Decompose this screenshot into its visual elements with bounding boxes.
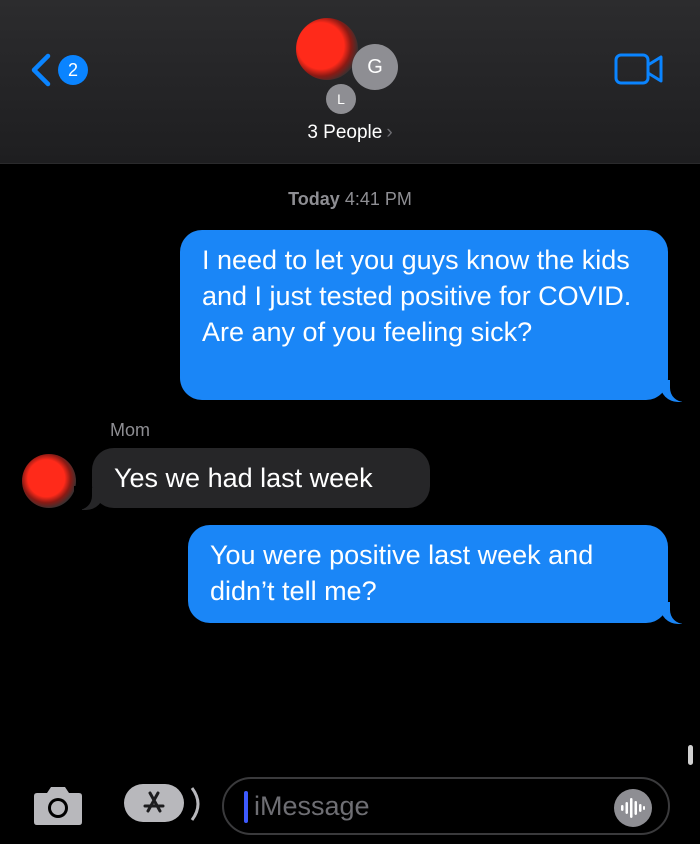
sender-name: Mom bbox=[110, 420, 150, 440]
avatar bbox=[296, 18, 358, 80]
avatar-l: L bbox=[326, 84, 356, 114]
outgoing-message-bubble[interactable]: You were positive last week and didn’t t… bbox=[188, 525, 668, 623]
outgoing-message-bubble[interactable]: I need to let you guys know the kids and… bbox=[180, 230, 668, 400]
timestamp-day: Today bbox=[288, 189, 340, 209]
message-input-placeholder: iMessage bbox=[254, 791, 370, 821]
chevron-left-icon bbox=[31, 53, 51, 87]
bubble-tail bbox=[74, 486, 104, 510]
message-timestamp: Today 4:41 PM bbox=[0, 189, 700, 210]
bubble-tail bbox=[660, 378, 688, 402]
scroll-indicator[interactable] bbox=[688, 745, 693, 765]
audio-message-button[interactable] bbox=[614, 789, 652, 827]
chevron-right-icon: › bbox=[386, 122, 393, 143]
audio-waveform-icon bbox=[621, 798, 645, 818]
app-store-icon bbox=[143, 791, 165, 813]
incoming-message-bubble[interactable]: Yes we had last week bbox=[92, 448, 430, 508]
camera-icon[interactable] bbox=[30, 784, 86, 828]
timestamp-time: 4:41 PM bbox=[344, 189, 412, 209]
conversation-header: 2 G L 3 People › bbox=[0, 0, 700, 164]
group-title-button[interactable]: 3 People › bbox=[0, 122, 700, 144]
text-cursor bbox=[244, 791, 248, 823]
group-title: 3 People bbox=[307, 122, 383, 143]
unread-count-badge: 2 bbox=[58, 55, 88, 85]
bubble-tail bbox=[660, 600, 688, 624]
avatar-g: G bbox=[352, 44, 398, 90]
video-call-icon[interactable] bbox=[613, 52, 665, 86]
sender-avatar[interactable] bbox=[22, 454, 76, 508]
back-button[interactable]: 2 bbox=[28, 52, 98, 88]
message-input[interactable]: iMessage bbox=[222, 777, 670, 835]
app-store-button[interactable] bbox=[124, 784, 184, 822]
group-avatars[interactable]: G L bbox=[290, 18, 420, 118]
divider bbox=[190, 787, 200, 821]
messages-screen: 2 G L 3 People › Today 4:41 PM I need to … bbox=[0, 0, 700, 844]
